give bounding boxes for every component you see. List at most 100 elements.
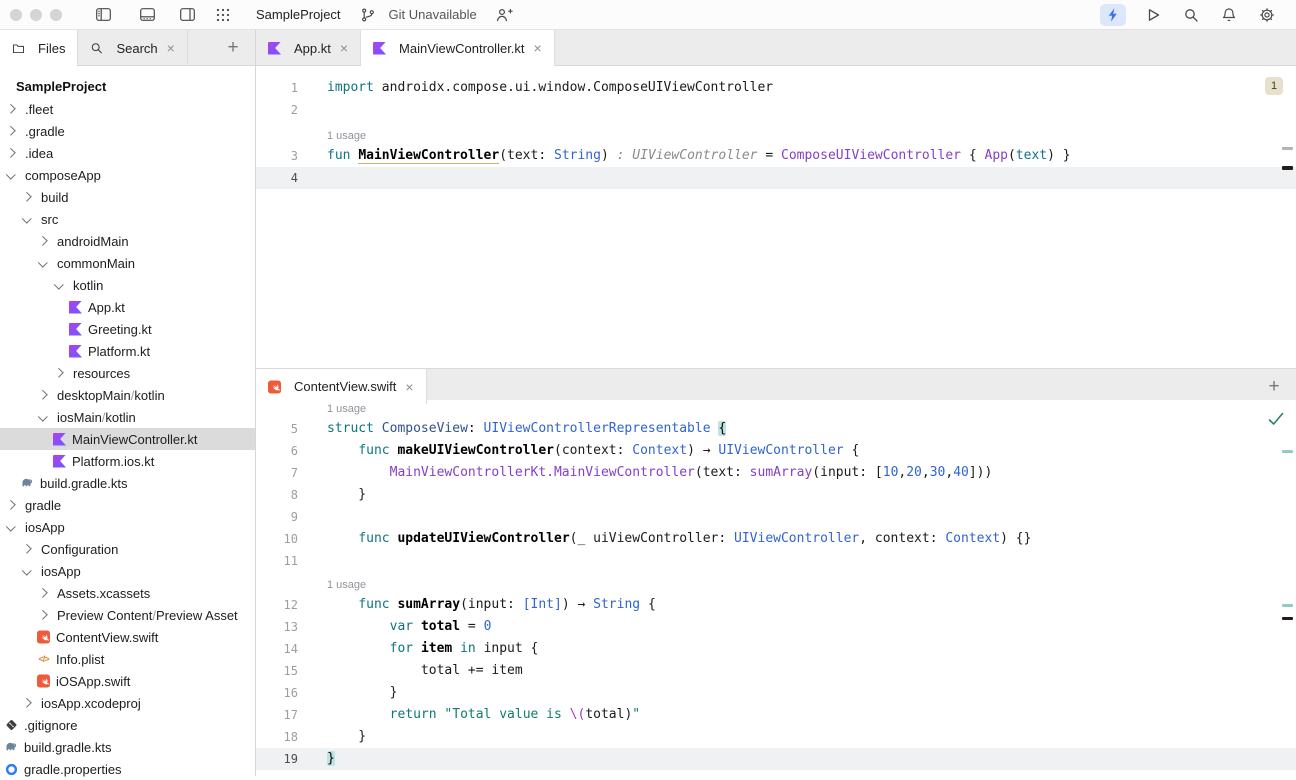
chevron-right-icon[interactable]	[6, 147, 16, 157]
chevron-down-icon[interactable]	[54, 279, 64, 289]
smart-mode-icon[interactable]	[1100, 4, 1126, 26]
close-icon[interactable]: ×	[534, 41, 542, 55]
tree-row-iosmain[interactable]: iosMain / kotlin	[0, 406, 255, 428]
tree-row-assets-xcassets[interactable]: Assets.xcassets	[0, 582, 255, 604]
tree-row-platform-kt[interactable]: Platform.kt	[0, 340, 255, 362]
code-line[interactable]: 7 MainViewControllerKt.MainViewControlle…	[256, 462, 1296, 484]
chevron-right-icon[interactable]	[6, 499, 16, 509]
right-panel-toggle-icon[interactable]	[174, 4, 200, 26]
code-line[interactable]: 2	[256, 99, 1296, 121]
code-line[interactable]: 16 }	[256, 682, 1296, 704]
bottom-panel-toggle-icon[interactable]	[134, 4, 160, 26]
traffic-light-zoom[interactable]	[50, 9, 62, 21]
chevron-down-icon[interactable]	[22, 565, 32, 575]
add-collaborator-icon[interactable]	[491, 4, 517, 26]
tree-row-info-plist[interactable]: </>Info.plist	[0, 648, 255, 670]
code-line[interactable]: 17 return "Total value is \(total)"	[256, 704, 1296, 726]
code-line[interactable]: 14 for item in input {	[256, 638, 1296, 660]
traffic-light-close[interactable]	[10, 9, 22, 21]
git-status-label[interactable]: Git Unavailable	[389, 7, 477, 22]
editor-mainviewcontroller[interactable]: 1import androidx.compose.ui.window.Compo…	[256, 66, 1296, 368]
tree-row-kotlin[interactable]: kotlin	[0, 274, 255, 296]
usage-annotation[interactable]: 1 usage	[256, 572, 1296, 594]
chevron-down-icon[interactable]	[38, 257, 48, 267]
code-line[interactable]: 12 func sumArray(input: [Int]) → String …	[256, 594, 1296, 616]
code-line[interactable]: 11	[256, 550, 1296, 572]
new-tab-button[interactable]: +	[1264, 376, 1284, 398]
tree-row-commonmain[interactable]: commonMain	[0, 252, 255, 274]
project-name[interactable]: SampleProject	[256, 7, 341, 22]
close-icon[interactable]: ×	[340, 41, 348, 55]
tree-row-resources[interactable]: resources	[0, 362, 255, 384]
usage-annotation[interactable]: 1 usage	[256, 121, 1296, 145]
panel-tab-search[interactable]: Search×	[78, 30, 187, 66]
new-tab-button[interactable]: +	[223, 37, 243, 59]
workspaces-grid-icon[interactable]	[210, 4, 236, 26]
code-line[interactable]: 1import androidx.compose.ui.window.Compo…	[256, 77, 1296, 99]
chevron-right-icon[interactable]	[22, 697, 32, 707]
code-line[interactable]: 5struct ComposeView: UIViewControllerRep…	[256, 418, 1296, 440]
tree-row-platform-ios-kt[interactable]: Platform.ios.kt	[0, 450, 255, 472]
chevron-right-icon[interactable]	[6, 103, 16, 113]
chevron-down-icon[interactable]	[6, 521, 16, 531]
editor-contentview[interactable]: 1 usage 5struct ComposeView: UIViewContro…	[256, 400, 1296, 776]
panel-tab-files[interactable]: Files	[0, 30, 78, 66]
close-icon[interactable]: ×	[405, 380, 413, 394]
git-branch-icon[interactable]	[355, 4, 381, 26]
traffic-light-minimize[interactable]	[30, 9, 42, 21]
code-line[interactable]: 15 total += item	[256, 660, 1296, 682]
code-line[interactable]: 13 var total = 0	[256, 616, 1296, 638]
tree-row-gitignore[interactable]: .gitignore	[0, 714, 255, 736]
code-line[interactable]: 9	[256, 506, 1296, 528]
code-line[interactable]: 8 }	[256, 484, 1296, 506]
chevron-right-icon[interactable]	[38, 389, 48, 399]
code-line[interactable]: 10 func updateUIViewController(_ uiViewC…	[256, 528, 1296, 550]
code-line[interactable]: 18 }	[256, 726, 1296, 748]
tree-row-iosapp-swift[interactable]: iOSApp.swift	[0, 670, 255, 692]
chevron-right-icon[interactable]	[38, 587, 48, 597]
tree-row-idea[interactable]: .idea	[0, 142, 255, 164]
tree-row-preview-content[interactable]: Preview Content / Preview Asset	[0, 604, 255, 626]
search-icon[interactable]	[1178, 4, 1204, 26]
chevron-right-icon[interactable]	[22, 191, 32, 201]
tree-row-gradle[interactable]: .gradle	[0, 120, 255, 142]
tree-row-configuration[interactable]: Configuration	[0, 538, 255, 560]
code-line[interactable]: 19}	[256, 748, 1296, 770]
tree-row-iosapp-xcodeproj[interactable]: iosApp.xcodeproj	[0, 692, 255, 714]
no-problems-check-icon[interactable]	[1267, 411, 1285, 431]
tree-row-composeapp[interactable]: composeApp	[0, 164, 255, 186]
tree-row-app-kt[interactable]: App.kt	[0, 296, 255, 318]
settings-gear-icon[interactable]	[1254, 4, 1280, 26]
chevron-right-icon[interactable]	[38, 609, 48, 619]
chevron-right-icon[interactable]	[22, 543, 32, 553]
tree-row-androidmain[interactable]: androidMain	[0, 230, 255, 252]
tree-row-fleet[interactable]: .fleet	[0, 98, 255, 120]
tree-row-gradle[interactable]: gradle	[0, 494, 255, 516]
chevron-down-icon[interactable]	[6, 169, 16, 179]
tree-row-mainviewcontroller-kt[interactable]: MainViewController.kt	[0, 428, 255, 450]
chevron-right-icon[interactable]	[6, 125, 16, 135]
tree-row-src[interactable]: src	[0, 208, 255, 230]
tree-row-build[interactable]: build	[0, 186, 255, 208]
code-line[interactable]: 20	[256, 770, 1296, 776]
chevron-right-icon[interactable]	[38, 235, 48, 245]
chevron-down-icon[interactable]	[22, 213, 32, 223]
tree-row-gradle-properties[interactable]: gradle.properties	[0, 758, 255, 780]
chevron-down-icon[interactable]	[38, 411, 48, 421]
problems-badge[interactable]: 1	[1265, 77, 1283, 95]
notifications-icon[interactable]	[1216, 4, 1242, 26]
tree-row-iosapp[interactable]: iosApp	[0, 560, 255, 582]
code-line[interactable]: 3fun MainViewController(text: String) : …	[256, 145, 1296, 167]
bottom-tab-contentview-swift[interactable]: ContentView.swift×	[256, 369, 427, 404]
tree-row-greeting-kt[interactable]: Greeting.kt	[0, 318, 255, 340]
editor-tab-app-kt[interactable]: App.kt×	[256, 30, 361, 66]
tree-row-contentview-swift[interactable]: ContentView.swift	[0, 626, 255, 648]
tree-row-desktopmain[interactable]: desktopMain / kotlin	[0, 384, 255, 406]
code-line[interactable]: 6 func makeUIViewController(context: Con…	[256, 440, 1296, 462]
left-panel-toggle-icon[interactable]	[90, 4, 116, 26]
run-icon[interactable]	[1140, 4, 1166, 26]
code-line[interactable]: 4	[256, 167, 1296, 189]
editor-tab-mainviewcontroller-kt[interactable]: MainViewController.kt×	[361, 30, 555, 66]
tree-row-iosapp[interactable]: iosApp	[0, 516, 255, 538]
chevron-right-icon[interactable]	[54, 367, 64, 377]
